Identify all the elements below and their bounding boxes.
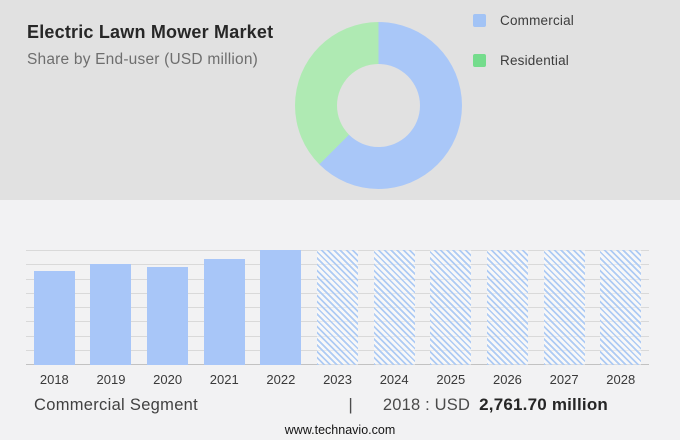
bar-2024	[373, 250, 415, 365]
footer: www.technavio.com	[0, 421, 680, 439]
bar-2028	[600, 250, 642, 365]
page-title: Electric Lawn Mower Market	[27, 22, 274, 42]
bar-2026	[486, 250, 528, 365]
x-axis-label-2024: 2024	[379, 372, 409, 387]
bar-slot-2028	[592, 250, 649, 365]
bar-slot-2026	[479, 250, 536, 365]
x-axis-label-2019: 2019	[96, 372, 126, 387]
footer-url[interactable]: www.technavio.com	[285, 423, 395, 437]
x-axis-label-2027: 2027	[549, 372, 579, 387]
legend-swatch-commercial	[473, 14, 486, 27]
bar-2022	[260, 250, 302, 365]
bar-2019	[90, 263, 132, 365]
x-axis-label-2018: 2018	[39, 372, 69, 387]
bars-container	[26, 250, 649, 365]
value-prefix: 2018 : USD	[382, 396, 471, 414]
bar-slot-2020	[139, 250, 196, 365]
bar-slot-2024	[366, 250, 423, 365]
segment-label: Commercial Segment	[34, 396, 199, 414]
bar-2027	[543, 250, 585, 365]
bar-chart-section: 2018 2019 2020 2021 2022 2023 2024 2025 2026 2027…	[0, 200, 680, 440]
bar-2025	[430, 250, 472, 365]
legend-swatch-residential	[473, 54, 486, 67]
caption-row: Commercial Segment | 2018 : USD 2,761.70…	[34, 395, 646, 415]
bar-2023	[317, 250, 359, 365]
x-axis-labels: 2018 2019 2020 2021 2022 2023 2024 2025 2026 2027…	[26, 372, 649, 387]
value-bold: 2,761.70 million	[479, 395, 608, 414]
legend-label: Residential	[500, 53, 569, 68]
bar-slot-2027	[536, 250, 593, 365]
infographic-root: Electric Lawn Mower Market Share by End-…	[0, 0, 680, 440]
legend-item-commercial: Commercial	[473, 13, 574, 28]
donut-chart	[295, 22, 462, 189]
bar-2020	[147, 267, 189, 365]
bar-slot-2022	[253, 250, 310, 365]
page-subtitle: Share by End-user (USD million)	[27, 51, 259, 68]
donut-hole	[337, 64, 420, 147]
legend-item-residential: Residential	[473, 53, 574, 68]
x-axis-label-2023: 2023	[323, 372, 352, 387]
bar-slot-2019	[83, 250, 140, 365]
caption-separator: |	[348, 395, 353, 414]
bar-slot-2023	[309, 250, 366, 365]
title-block: Electric Lawn Mower Market Share by End-…	[27, 22, 273, 69]
legend-label: Commercial	[500, 13, 575, 28]
bar-2021	[203, 259, 245, 365]
x-axis-label-2021: 2021	[209, 372, 239, 387]
bar-slot-2025	[422, 250, 479, 365]
x-axis-label-2020: 2020	[153, 372, 183, 387]
bar-slot-2021	[196, 250, 253, 365]
bar-chart-plot	[26, 250, 649, 365]
hero-section: Electric Lawn Mower Market Share by End-…	[0, 0, 680, 200]
donut-legend: Commercial Residential	[473, 13, 574, 93]
x-axis-label-2026: 2026	[492, 372, 522, 387]
bar-2018	[33, 270, 75, 365]
bar-slot-2018	[26, 250, 83, 365]
caption-value-group: | 2018 : USD 2,761.70 million	[348, 395, 608, 415]
x-axis-label-2022: 2022	[266, 372, 296, 387]
x-axis-label-2025: 2025	[436, 372, 466, 387]
x-axis-label-2028: 2028	[606, 372, 636, 387]
